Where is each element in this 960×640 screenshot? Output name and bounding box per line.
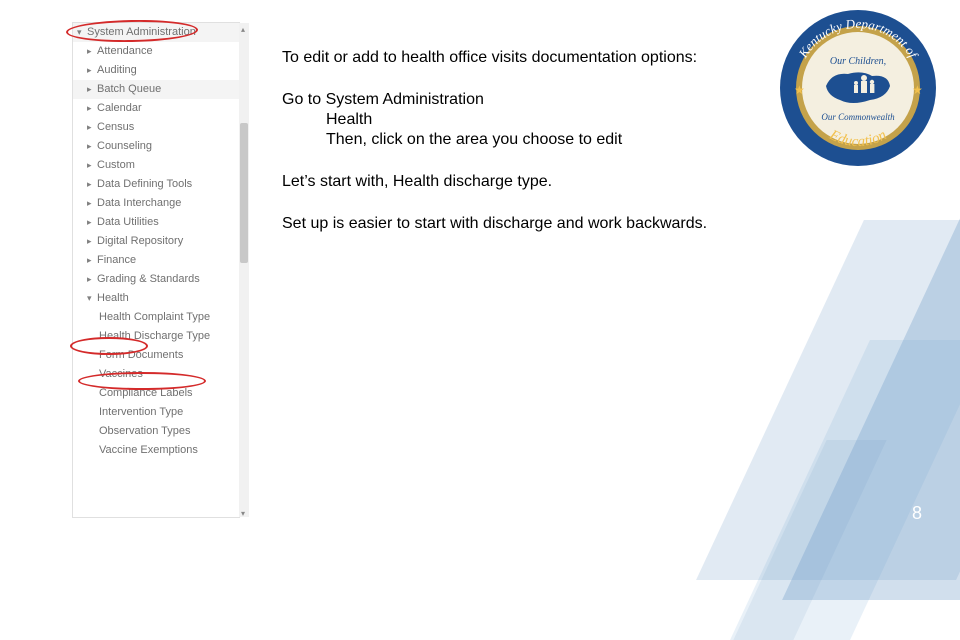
step-line-3: Then, click on the area you choose to ed… [282,130,732,150]
caret-right-icon: ▸ [87,215,97,230]
tree-item-form-documents[interactable]: Form Documents [73,346,239,365]
tree-label: Health Complaint Type [99,310,210,325]
tree-item-batch-queue[interactable]: ▸Batch Queue [73,80,239,99]
caret-right-icon: ▸ [87,44,97,59]
tree-item-data-interchange[interactable]: ▸Data Interchange [73,194,239,213]
slide-body-text: To edit or add to health office visits d… [282,48,732,256]
caret-right-icon: ▸ [87,253,97,268]
tree-label: Health [97,291,129,306]
system-admin-tree: ▾ System Administration ▸Attendance ▸Aud… [72,22,240,518]
tree-item-compliance-labels[interactable]: Compliance Labels [73,384,239,403]
tree-item-vaccines[interactable]: Vaccines [73,365,239,384]
tree-item-observation-types[interactable]: Observation Types [73,422,239,441]
caret-right-icon: ▸ [87,177,97,192]
scroll-up-icon[interactable]: ▴ [241,25,247,31]
tree-label: Attendance [97,44,153,59]
caret-right-icon: ▸ [87,139,97,154]
tree-item-data-defining-tools[interactable]: ▸Data Defining Tools [73,175,239,194]
tree-item-data-utilities[interactable]: ▸Data Utilities [73,213,239,232]
svg-text:★: ★ [794,83,805,97]
page-number: 8 [912,503,922,524]
scrollbar-track[interactable]: ▴ ▾ [239,23,249,517]
tree-item-calendar[interactable]: ▸Calendar [73,99,239,118]
tree-label: Observation Types [99,424,191,439]
caret-right-icon: ▸ [87,272,97,287]
tree-item-intervention-type[interactable]: Intervention Type [73,403,239,422]
tree-item-vaccine-exemptions[interactable]: Vaccine Exemptions [73,441,239,460]
caret-right-icon: ▸ [87,101,97,116]
caret-right-icon: ▸ [87,63,97,78]
tree-item-health-discharge-type[interactable]: Health Discharge Type [73,327,239,346]
caret-right-icon: ▸ [87,234,97,249]
caret-right-icon: ▸ [87,82,97,97]
tree-item-health[interactable]: ▾Health [73,289,239,308]
step-line-1: Go to System Administration [282,91,484,108]
tree-label: System Administration [87,25,196,40]
tree-label: Auditing [97,63,137,78]
tree-item-auditing[interactable]: ▸Auditing [73,61,239,80]
tree-label: Vaccines [99,367,143,382]
tree-label: Grading & Standards [97,272,200,287]
kde-seal-logo: Kentucky Department of Education Our Chi… [778,8,938,168]
tree-label: Census [97,120,134,135]
tree-label: Digital Repository [97,234,183,249]
tree-item-census[interactable]: ▸Census [73,118,239,137]
tree-item-health-complaint-type[interactable]: Health Complaint Type [73,308,239,327]
intro-text: To edit or add to health office visits d… [282,48,732,68]
tree-label: Intervention Type [99,405,183,420]
scroll-down-icon[interactable]: ▾ [241,509,247,515]
caret-right-icon: ▸ [87,120,97,135]
scrollbar-thumb[interactable] [240,123,248,263]
tree-label: Data Interchange [97,196,181,211]
seal-inner-top: Our Children, [830,56,886,67]
svg-text:★: ★ [912,83,923,97]
step-line-2: Health [282,110,732,130]
tree-label: Finance [97,253,136,268]
tree-item-attendance[interactable]: ▸Attendance [73,42,239,61]
tree-label: Calendar [97,101,142,116]
caret-down-icon: ▾ [77,25,87,40]
tree-item-custom[interactable]: ▸Custom [73,156,239,175]
tree-item-digital-repository[interactable]: ▸Digital Repository [73,232,239,251]
tree-label: Vaccine Exemptions [99,443,198,458]
seal-inner-bottom: Our Commonwealth [821,112,895,122]
tree-label: Counseling [97,139,152,154]
caret-down-icon: ▾ [87,291,97,306]
tree-label: Health Discharge Type [99,329,210,344]
tree-label: Data Utilities [97,215,159,230]
tree-label: Compliance Labels [99,386,193,401]
steps-block: Go to System Administration Health Then,… [282,90,732,150]
start-text: Let’s start with, Health discharge type. [282,172,732,192]
tree-label: Data Defining Tools [97,177,192,192]
caret-right-icon: ▸ [87,158,97,173]
tree-root-system-administration[interactable]: ▾ System Administration [73,23,239,42]
tip-text: Set up is easier to start with discharge… [282,214,732,234]
caret-right-icon: ▸ [87,196,97,211]
tree-label: Form Documents [99,348,183,363]
tree-item-grading-standards[interactable]: ▸Grading & Standards [73,270,239,289]
tree-label: Batch Queue [97,82,161,97]
tree-item-counseling[interactable]: ▸Counseling [73,137,239,156]
tree-item-finance[interactable]: ▸Finance [73,251,239,270]
tree-label: Custom [97,158,135,173]
